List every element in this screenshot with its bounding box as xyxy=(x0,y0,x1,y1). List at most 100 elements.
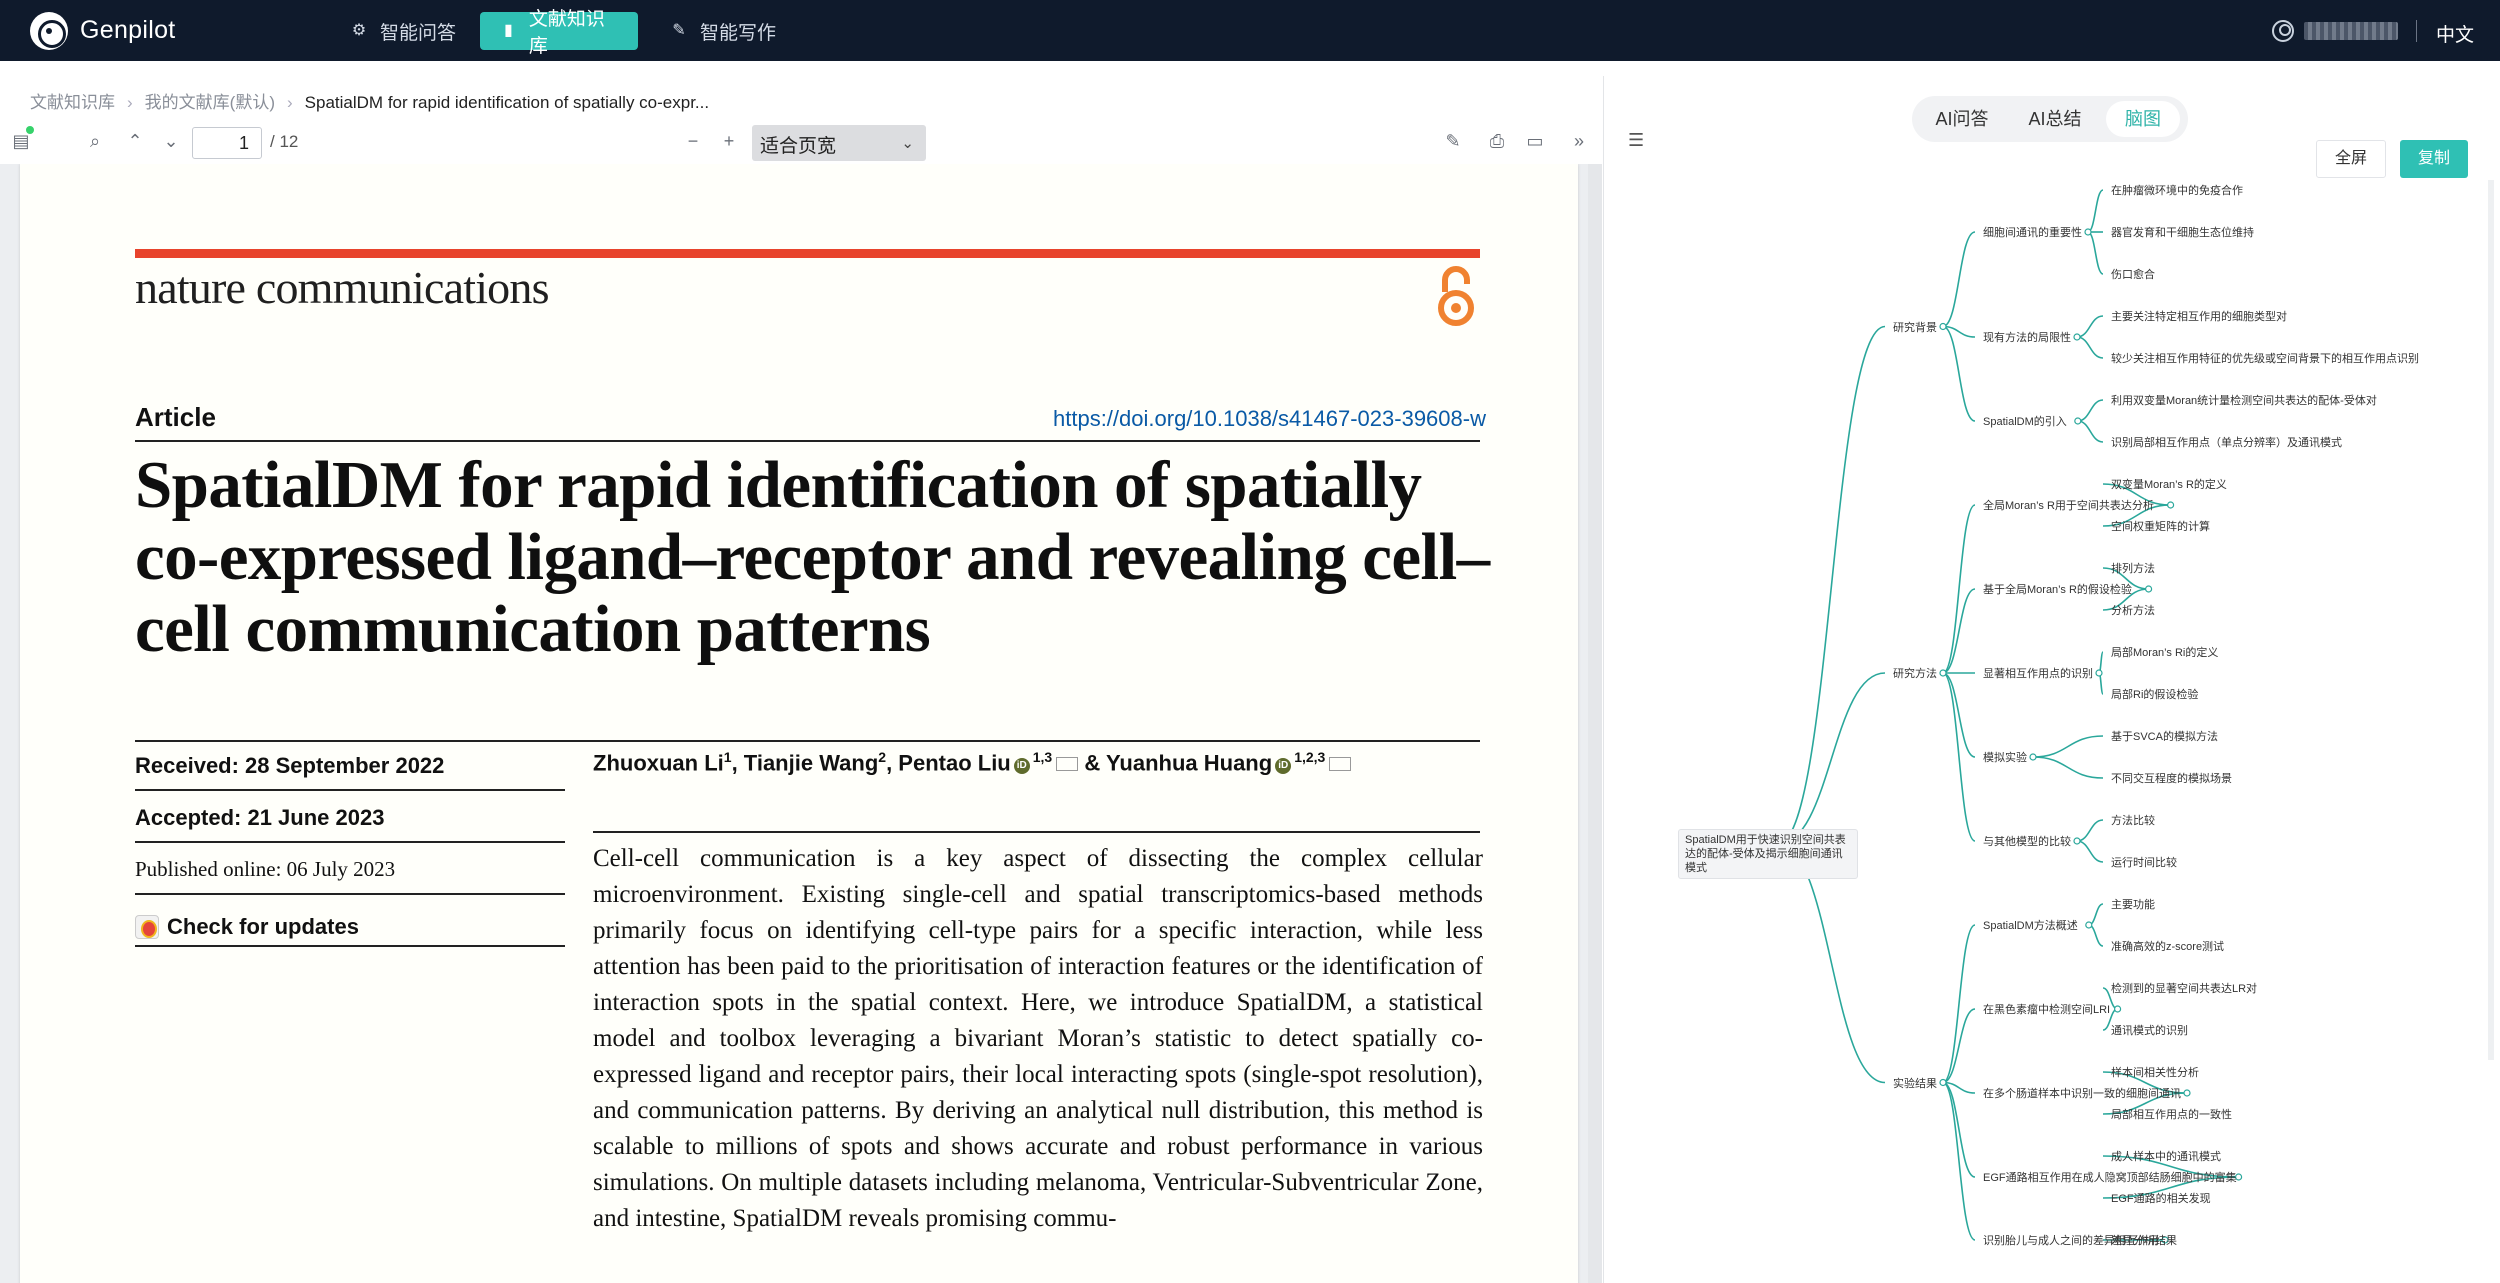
breadcrumb-my-library[interactable]: 我的文献库(默认) xyxy=(145,88,275,113)
tab-ai-qa[interactable]: AI问答 xyxy=(1920,101,2004,137)
mail-icon[interactable] xyxy=(1056,757,1079,772)
mindmap-leaf-node[interactable]: 双变量Moran’s R的定义 xyxy=(2111,476,2227,492)
mindmap-leaf-node[interactable]: 分析方法 xyxy=(2111,602,2155,618)
mindmap-subtopic-node[interactable]: 与其他模型的比较 xyxy=(1983,833,2071,849)
mindmap-leaf-node[interactable]: 利用双变量Moran统计量检测空间共表达的配体-受体对 xyxy=(2111,392,2377,408)
mindmap-branch-node[interactable]: 研究方法 xyxy=(1893,665,1937,681)
nav-tab-qa-label: 智能问答 xyxy=(380,22,457,44)
mindmap-expand-dot[interactable] xyxy=(1939,669,1947,677)
highlight-pen-icon[interactable]: ✎ xyxy=(1442,130,1464,152)
mindmap-leaf-node[interactable]: 排列方法 xyxy=(2111,560,2155,576)
mindmap-subtopic-node[interactable]: 显著相互作用点的识别 xyxy=(1983,665,2093,681)
mindmap-expand-dot[interactable] xyxy=(2084,228,2092,236)
zoom-in-icon[interactable]: + xyxy=(718,130,740,152)
mindmap-subtopic-node[interactable]: 在黑色素瘤中检测空间LRI xyxy=(1983,1001,2110,1017)
orcid-icon[interactable]: iD xyxy=(1013,758,1030,775)
nav-tab-writing[interactable]: ✎ 智能写作 xyxy=(650,12,810,50)
brand-name[interactable]: Genpilot xyxy=(80,16,176,45)
mindmap-leaf-node[interactable]: 样本间相关性分析 xyxy=(2111,1064,2199,1080)
mindmap-branch-node[interactable]: 实验结果 xyxy=(1893,1075,1937,1091)
zoom-out-icon[interactable]: − xyxy=(682,130,704,152)
mindmap-leaf-node[interactable]: 在肿瘤微环境中的免疫合作 xyxy=(2111,182,2243,198)
check-updates-link[interactable]: Check for updates xyxy=(135,895,565,947)
mindmap-subtopic-node[interactable]: EGF通路相互作用在成人隐窝顶部结肠细胞中的富集 xyxy=(1983,1169,2237,1185)
mail-icon[interactable] xyxy=(1329,757,1352,772)
mindmap-subtopic-node[interactable]: 在多个肠道样本中识别一致的细胞间通讯 xyxy=(1983,1085,2181,1101)
mindmap-expand-dot[interactable] xyxy=(2166,501,2175,509)
mindmap-leaf-node[interactable]: EGF通路的相关发现 xyxy=(2111,1190,2211,1206)
sidebar-toggle-icon[interactable]: ▤ xyxy=(10,126,34,152)
outline-toggle-icon[interactable]: ☰ xyxy=(1628,130,1650,152)
nav-tab-qa[interactable]: ⚙ 智能问答 xyxy=(330,12,480,50)
breadcrumb-library[interactable]: 文献知识库 xyxy=(30,88,115,113)
mindmap-expand-dot[interactable] xyxy=(2085,921,2093,929)
mindmap-expand-dot[interactable] xyxy=(2073,333,2081,341)
mindmap-leaf-node[interactable]: 识别局部相互作用点（单点分辨率）及通讯模式 xyxy=(2111,434,2342,450)
author-list: Zhuoxuan Li1, Tianjie Wang2, Pentao Liu i… xyxy=(593,749,1352,776)
mindmap-subtopic-node[interactable]: 基于全局Moran’s R的假设检验 xyxy=(1983,581,2132,597)
author-affil: 1,3 xyxy=(1032,749,1053,765)
doi-link[interactable]: https://doi.org/10.1038/s41467-023-39608… xyxy=(1053,406,1486,432)
mindmap-expand-dot[interactable] xyxy=(1939,322,1947,331)
mindmap-leaf-node[interactable]: 检测到的显著空间共表达LR对 xyxy=(2111,980,2257,996)
print-icon[interactable]: ⎙ xyxy=(1486,130,1508,152)
mindmap-scrollbar[interactable] xyxy=(2488,180,2494,1060)
language-switch[interactable]: 中文 xyxy=(2436,20,2474,47)
mindmap-expand-dot[interactable] xyxy=(2074,417,2082,425)
mindmap-leaf-node[interactable]: 空间权重矩阵的计算 xyxy=(2111,518,2210,534)
tab-ai-summary[interactable]: AI总结 xyxy=(2012,101,2098,137)
mindmap-leaf-node[interactable]: 不同交互程度的模拟场景 xyxy=(2111,770,2232,786)
mindmap-connector xyxy=(2087,231,2104,275)
save-folder-icon[interactable]: ▭ xyxy=(1524,130,1546,152)
pdf-viewer[interactable]: nature communications Article https://do… xyxy=(0,164,1602,1283)
mindmap-expand-dot[interactable] xyxy=(1939,1078,1947,1087)
tab-mindmap[interactable]: 脑图 xyxy=(2106,101,2180,137)
author-separator: & xyxy=(1084,750,1101,776)
mindmap-expand-dot[interactable] xyxy=(2183,1089,2191,1097)
mindmap-leaf-node[interactable]: 局部Ri的假设检验 xyxy=(2111,686,2198,702)
page-number-input[interactable] xyxy=(192,127,262,159)
mindmap-subtopic-node[interactable]: 识别胎儿与成人之间的差异相互作用 xyxy=(1983,1232,2159,1248)
mindmap-leaf-node[interactable]: 伤口愈合 xyxy=(2111,266,2155,282)
mindmap-leaf-node[interactable]: 局部相互作用点的一致性 xyxy=(2111,1106,2232,1122)
genpilot-logo-icon[interactable] xyxy=(30,12,68,50)
mindmap-expand-dot[interactable] xyxy=(2095,669,2103,677)
mindmap-expand-dot[interactable] xyxy=(2144,585,2153,593)
pdf-scrollbar[interactable] xyxy=(1588,164,1602,1283)
mindmap-connector xyxy=(2077,420,2104,443)
mindmap-leaf-node[interactable]: 成人样本中的通讯模式 xyxy=(2111,1148,2221,1164)
mindmap-leaf-node[interactable]: 局部Moran’s Ri的定义 xyxy=(2111,644,2218,660)
mindmap-leaf-node[interactable]: 主要关注特定相互作用的细胞类型对 xyxy=(2111,308,2287,324)
zoom-select[interactable]: 适合页宽 ⌄ xyxy=(752,125,926,161)
mindmap-leaf-node[interactable]: 较少关注相互作用特征的优先级或空间背景下的相互作用点识别 xyxy=(2111,350,2419,366)
mindmap-branch-node[interactable]: 研究背景 xyxy=(1893,319,1937,335)
chevron-down-icon[interactable]: ⌄ xyxy=(160,130,182,152)
mindmap-subtopic-node[interactable]: 细胞间通讯的重要性 xyxy=(1983,224,2082,240)
user-avatar-icon[interactable] xyxy=(2272,20,2294,42)
mindmap-expand-dot[interactable] xyxy=(2073,837,2081,845)
check-updates-icon xyxy=(135,915,159,939)
mindmap-canvas[interactable]: SpatialDM用于快速识别空间共表达的配体-受体及揭示细胞间通讯模式 在肿瘤… xyxy=(1603,170,2483,1283)
mindmap-expand-dot[interactable] xyxy=(2029,753,2037,761)
mindmap-leaf-node[interactable]: 器官发育和干细胞生态位维持 xyxy=(2111,224,2254,240)
double-chevron-right-icon[interactable]: » xyxy=(1568,130,1590,152)
mindmap-subtopic-node[interactable]: SpatialDM方法概述 xyxy=(1983,917,2078,933)
chevron-up-icon[interactable]: ⌃ xyxy=(124,130,146,152)
mindmap-leaf-node[interactable]: 运行时间比较 xyxy=(2111,854,2177,870)
mindmap-subtopic-node[interactable]: SpatialDM的引入 xyxy=(1983,413,2067,429)
mindmap-expand-dot[interactable] xyxy=(2113,1005,2122,1013)
mindmap-subtopic-node[interactable]: 全局Moran’s R用于空间共表达分析 xyxy=(1983,497,2154,513)
mindmap-leaf-node[interactable]: 方法比较 xyxy=(2111,812,2155,828)
orcid-icon[interactable]: iD xyxy=(1275,758,1292,775)
nav-tab-library[interactable]: ▮ 文献知识库 xyxy=(480,9,638,57)
user-name-blurred[interactable] xyxy=(2304,22,2398,40)
mindmap-leaf-node[interactable]: 准确高效的z-score测试 xyxy=(2111,938,2224,954)
mindmap-subtopic-node[interactable]: 模拟实验 xyxy=(1983,749,2027,765)
mindmap-leaf-node[interactable]: 基于SVCA的模拟方法 xyxy=(2111,728,2218,744)
author-name: Pentao Liu xyxy=(898,750,1011,776)
mindmap-subtopic-node[interactable]: 现有方法的局限性 xyxy=(1983,329,2071,345)
search-icon[interactable]: ⌕ xyxy=(84,130,106,152)
mindmap-leaf-node[interactable]: 通讯模式的识别 xyxy=(2111,1022,2188,1038)
mindmap-root-node[interactable]: SpatialDM用于快速识别空间共表达的配体-受体及揭示细胞间通讯模式 xyxy=(1678,829,1858,879)
mindmap-leaf-node[interactable]: 主要功能 xyxy=(2111,896,2155,912)
